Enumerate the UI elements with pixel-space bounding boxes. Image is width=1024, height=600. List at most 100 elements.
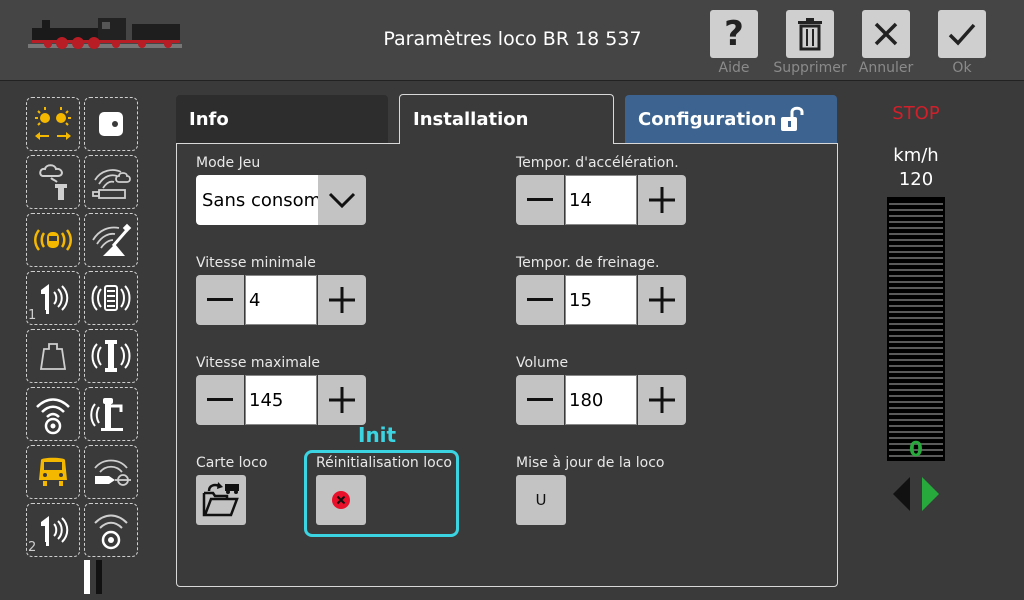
tab-configuration-label: Configuration [638, 108, 777, 130]
speed-current: 0 [909, 437, 923, 461]
speed-tick [889, 401, 943, 403]
shovel-sound-icon [92, 223, 132, 256]
maj-button-label: U [535, 491, 547, 509]
tab-info[interactable]: Info [176, 95, 388, 143]
volume-decrease-button[interactable] [516, 375, 564, 425]
water-pump-sound-icon [90, 398, 123, 431]
vitesse-max-label: Vitesse maximale [196, 355, 321, 371]
frein-increase-button[interactable] [638, 275, 686, 325]
bell-sound-icon [34, 229, 72, 251]
function-headlights-button[interactable] [26, 97, 80, 151]
delete-button[interactable] [786, 10, 834, 58]
sidebar-scrollbar[interactable] [82, 560, 104, 594]
vitesse-max-input[interactable]: 145 [245, 375, 317, 425]
help-icon: ? [724, 14, 744, 54]
accel-increase-button[interactable] [638, 175, 686, 225]
frein-label: Tempor. de freinage. [516, 255, 660, 271]
speed-tick [889, 419, 943, 421]
volume-stepper: 180 [516, 375, 686, 425]
chevron-down-icon [328, 192, 356, 209]
check-icon [948, 23, 976, 46]
maj-label: Mise à jour de la loco [516, 455, 665, 471]
function-shovel-sound-button[interactable] [84, 213, 138, 267]
vitesse-min-decrease-button[interactable] [196, 275, 244, 325]
vitesse-min-input[interactable]: 4 [245, 275, 317, 325]
speed-tick [889, 269, 943, 271]
speed-tick [889, 413, 943, 415]
function-wheel-sound-button[interactable] [84, 503, 138, 557]
function-injector-button[interactable] [84, 329, 138, 383]
carte-loco-button[interactable] [196, 475, 246, 525]
ok-button[interactable] [938, 10, 986, 58]
locomotive-front-icon [39, 457, 67, 486]
speed-tick [889, 425, 943, 427]
tab-installation[interactable]: Installation [399, 94, 614, 144]
speed-tick [889, 263, 943, 265]
vitesse-min-increase-button[interactable] [318, 275, 366, 325]
accel-stepper: 14 [516, 175, 686, 225]
function-weight-button[interactable] [26, 329, 80, 383]
plus-icon [329, 287, 355, 313]
speed-slider-scale [889, 203, 943, 457]
speed-tick [889, 245, 943, 247]
mode-jeu-dropdown-button[interactable] [318, 175, 366, 225]
frein-input[interactable]: 15 [565, 275, 637, 325]
speed-unit: km/h [893, 145, 939, 166]
minus-icon [527, 398, 553, 401]
function-locomotive-front-button[interactable] [26, 445, 80, 499]
speed-tick [889, 431, 943, 433]
reinit-button[interactable] [316, 475, 366, 525]
speed-tick [889, 293, 943, 295]
speed-tick [889, 335, 943, 337]
function-coupling-button[interactable] [84, 445, 138, 499]
mode-jeu-select[interactable]: Sans consommation [196, 175, 366, 225]
function-air-pump-button[interactable] [84, 271, 138, 325]
horn-sound-icon [41, 516, 69, 546]
speed-tick [889, 215, 943, 217]
plus-icon [649, 287, 675, 313]
volume-input[interactable]: 180 [565, 375, 637, 425]
speed-tick [889, 341, 943, 343]
speed-tick [889, 299, 943, 301]
accel-input[interactable]: 14 [565, 175, 637, 225]
page-title: Paramètres loco BR 18 537 [383, 28, 642, 50]
speed-tick [889, 323, 943, 325]
speed-tick [889, 407, 943, 409]
locomotive-logo [28, 18, 182, 49]
vitesse-max-increase-button[interactable] [318, 375, 366, 425]
direction-toggle[interactable] [890, 475, 942, 513]
horn-sound-icon [41, 284, 69, 314]
maj-button[interactable]: U [516, 475, 566, 525]
function-radio-wheel-button[interactable] [26, 387, 80, 441]
speed-tick [889, 209, 943, 211]
function-smoke-button[interactable] [26, 155, 80, 209]
speed-tick [889, 287, 943, 289]
mode-jeu-label: Mode Jeu [196, 155, 261, 171]
speed-tick [889, 389, 943, 391]
function-cab-light-button[interactable] [84, 97, 138, 151]
speed-tick [889, 377, 943, 379]
injector-sound-icon [91, 340, 131, 372]
speed-tick [889, 203, 943, 205]
weight-icon [39, 343, 67, 370]
help-button[interactable]: ? [710, 10, 758, 58]
speed-slider[interactable] [887, 197, 945, 461]
frein-decrease-button[interactable] [516, 275, 564, 325]
function-water-pump-button[interactable] [84, 387, 138, 441]
function-bell-button[interactable] [26, 213, 80, 267]
cancel-button[interactable] [862, 10, 910, 58]
accel-decrease-button[interactable] [516, 175, 564, 225]
init-annotation-label: Init [358, 423, 397, 447]
tab-installation-label: Installation [413, 109, 529, 130]
volume-increase-button[interactable] [638, 375, 686, 425]
plus-icon [649, 187, 675, 213]
minus-icon [527, 298, 553, 301]
stop-button[interactable]: STOP [880, 103, 952, 124]
speed-tick [889, 383, 943, 385]
mode-jeu-value: Sans consommation [196, 175, 318, 225]
tab-configuration[interactable]: Configuration [625, 95, 837, 143]
function-coal-sound-button[interactable] [84, 155, 138, 209]
speed-tick [889, 305, 943, 307]
accel-label: Tempor. d'accélération. [516, 155, 679, 171]
vitesse-max-decrease-button[interactable] [196, 375, 244, 425]
